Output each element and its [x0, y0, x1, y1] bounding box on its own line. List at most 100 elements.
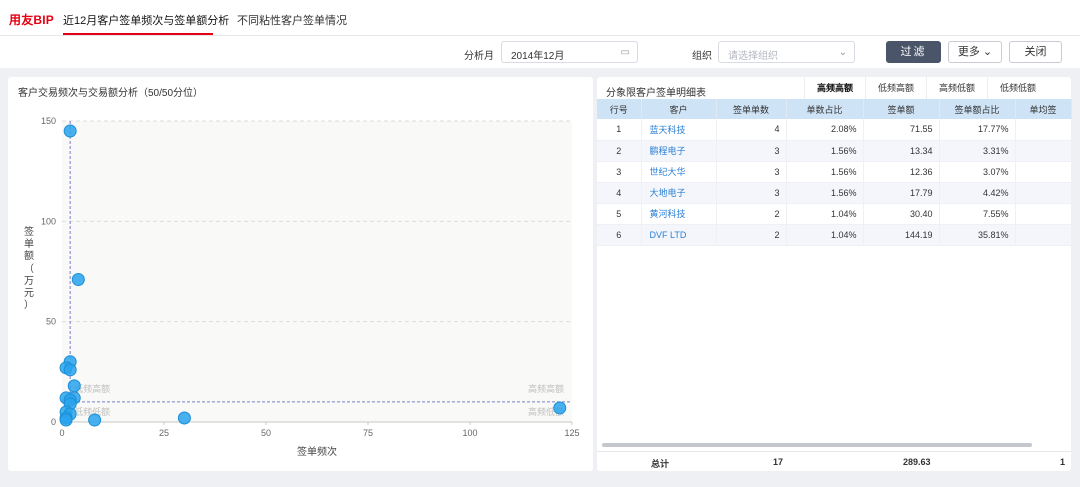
cell-amount: 17.79 — [863, 182, 940, 204]
cell-amount-pct: 7.55% — [939, 203, 1016, 225]
col-header-amount[interactable]: 签单额 — [863, 99, 940, 119]
x-tick-label: 50 — [261, 428, 271, 438]
cell-count-pct: 1.56% — [786, 182, 864, 204]
cell-count: 2 — [716, 224, 787, 246]
org-placeholder: 请选择组织 — [728, 51, 778, 62]
cell-row-no: 2 — [597, 140, 642, 162]
chevron-down-icon: ⌄ — [838, 47, 847, 58]
y-axis-label-6: 元 — [24, 288, 34, 299]
filter-bar: 分析月 2014年12月 ▭ 组织 请选择组织 ⌄ 过滤 更多 ⌄ 关闭 — [0, 36, 1080, 68]
filter-button[interactable]: 过滤 — [886, 41, 941, 63]
data-point — [553, 401, 567, 415]
cell-count-pct: 1.04% — [786, 224, 864, 246]
table-row[interactable]: 6 DVF LTD 2 1.04% 144.19 35.81% — [597, 224, 1072, 246]
y-axis-label-1: 签 — [24, 225, 34, 238]
cell-amount: 13.34 — [863, 140, 940, 162]
y-axis-label-3: 额 — [24, 249, 34, 262]
y-tick-label: 100 — [41, 216, 56, 226]
col-header-avg[interactable]: 单均签 — [1015, 99, 1072, 119]
plot-area — [62, 121, 572, 422]
y-tick-label: 150 — [41, 116, 56, 126]
customer-link[interactable]: 鹏程电子 — [641, 140, 717, 162]
y-axis-label-5: 万 — [24, 276, 34, 287]
totals-amount: 289.63 — [903, 457, 931, 467]
y-axis-label-4: （ — [24, 263, 34, 275]
cell-row-no: 4 — [597, 182, 642, 204]
tab-low-freq-low-amount[interactable]: 低频低额 — [987, 77, 1048, 99]
y-axis-label-2: 单 — [24, 238, 34, 250]
quadrant-label-high-freq-high-amount: 高频高额 — [528, 383, 564, 394]
x-tick-label: 0 — [59, 428, 64, 438]
cell-amount: 144.19 — [863, 224, 940, 246]
data-point — [63, 124, 77, 138]
month-picker[interactable]: 2014年12月 ▭ — [501, 41, 638, 63]
data-point — [177, 411, 191, 425]
cell-count-pct: 2.08% — [786, 119, 864, 141]
cell-avg — [1015, 203, 1072, 225]
cell-avg — [1015, 140, 1072, 162]
cell-amount: 12.36 — [863, 161, 940, 183]
customer-link[interactable]: 世纪大华 — [641, 161, 717, 183]
data-point — [67, 379, 81, 393]
detail-table-panel: 分象限客户签单明细表 高频高额 低频高额 高频低额 低频低额 行号 客户 签单单… — [597, 77, 1072, 471]
tab-high-freq-low-amount[interactable]: 高频低额 — [926, 77, 987, 99]
table-row[interactable]: 5 黄河科技 2 1.04% 30.40 7.55% — [597, 203, 1072, 225]
month-label: 分析月 — [464, 51, 494, 62]
table-row[interactable]: 3 世纪大华 3 1.56% 12.36 3.07% — [597, 161, 1072, 183]
cell-row-no: 3 — [597, 161, 642, 183]
table-row[interactable]: 1 蓝天科技 4 2.08% 71.55 17.77% — [597, 119, 1072, 141]
tab-frequency-amount[interactable]: 近12月客户签单频次与签单额分析 — [63, 12, 229, 28]
cell-amount-pct: 35.81% — [939, 224, 1016, 246]
cell-amount: 71.55 — [863, 119, 940, 141]
cell-amount-pct: 17.77% — [939, 119, 1016, 141]
close-button[interactable]: 关闭 — [1009, 41, 1062, 63]
totals-avg: 1 — [1060, 457, 1066, 467]
calendar-icon: ▭ — [620, 47, 630, 58]
col-header-count[interactable]: 签单单数 — [716, 99, 787, 119]
customer-link[interactable]: 蓝天科技 — [641, 119, 717, 141]
y-tick-label: 50 — [46, 317, 56, 327]
col-header-row-no[interactable]: 行号 — [597, 99, 642, 119]
table-row[interactable]: 4 大地电子 3 1.56% 17.79 4.42% — [597, 182, 1072, 204]
customer-link[interactable]: 大地电子 — [641, 182, 717, 204]
table-row[interactable]: 2 鹏程电子 3 1.56% 13.34 3.31% — [597, 140, 1072, 162]
col-header-count-pct[interactable]: 单数占比 — [786, 99, 864, 119]
cell-row-no: 1 — [597, 119, 642, 141]
org-select[interactable]: 请选择组织 ⌄ — [718, 41, 855, 63]
top-header: 用友BIP 近12月客户签单频次与签单额分析 不同粘性客户签单情况 — [0, 0, 1080, 36]
cell-avg — [1015, 182, 1072, 204]
month-value: 2014年12月 — [511, 51, 565, 62]
org-label: 组织 — [692, 51, 712, 62]
scatter-chart: 0501001500 25 50 75 100 125 低频高额 高频高额低频低额 高频低额 … — [24, 116, 580, 458]
tab-customer-stickiness[interactable]: 不同粘性客户签单情况 — [237, 12, 347, 28]
cell-count-pct: 1.56% — [786, 140, 864, 162]
cell-count: 2 — [716, 203, 787, 225]
tab-high-freq-high-amount[interactable]: 高频高额 — [804, 77, 865, 99]
app-logo: 用友BIP — [9, 13, 55, 27]
col-header-amount-pct[interactable]: 签单额占比 — [939, 99, 1016, 119]
tab-low-freq-high-amount[interactable]: 低频高额 — [865, 77, 926, 99]
cell-amount: 30.40 — [863, 203, 940, 225]
data-point — [71, 273, 85, 287]
totals-row: 总计 17 289.63 1 — [597, 451, 1071, 471]
data-point — [63, 363, 77, 377]
cell-avg — [1015, 119, 1072, 141]
cell-row-no: 6 — [597, 224, 642, 246]
more-button[interactable]: 更多 ⌄ — [948, 41, 1002, 63]
customer-link[interactable]: DVF LTD — [641, 224, 717, 246]
chevron-down-icon: ⌄ — [982, 46, 993, 58]
data-point — [59, 413, 73, 427]
cell-count-pct: 1.56% — [786, 161, 864, 183]
totals-label: 总计 — [651, 459, 670, 469]
table-panel-title: 分象限客户签单明细表 — [606, 88, 706, 99]
x-tick-label: 75 — [363, 428, 373, 438]
x-tick-label: 125 — [564, 428, 579, 438]
cell-count-pct: 1.04% — [786, 203, 864, 225]
col-header-customer[interactable]: 客户 — [641, 99, 717, 119]
cell-amount-pct: 3.31% — [939, 140, 1016, 162]
x-axis-label: 签单频次 — [297, 445, 337, 458]
horizontal-scrollbar[interactable] — [602, 443, 1032, 447]
y-axis-label-7: ） — [24, 299, 34, 311]
cell-amount-pct: 3.07% — [939, 161, 1016, 183]
customer-link[interactable]: 黄河科技 — [641, 203, 717, 225]
